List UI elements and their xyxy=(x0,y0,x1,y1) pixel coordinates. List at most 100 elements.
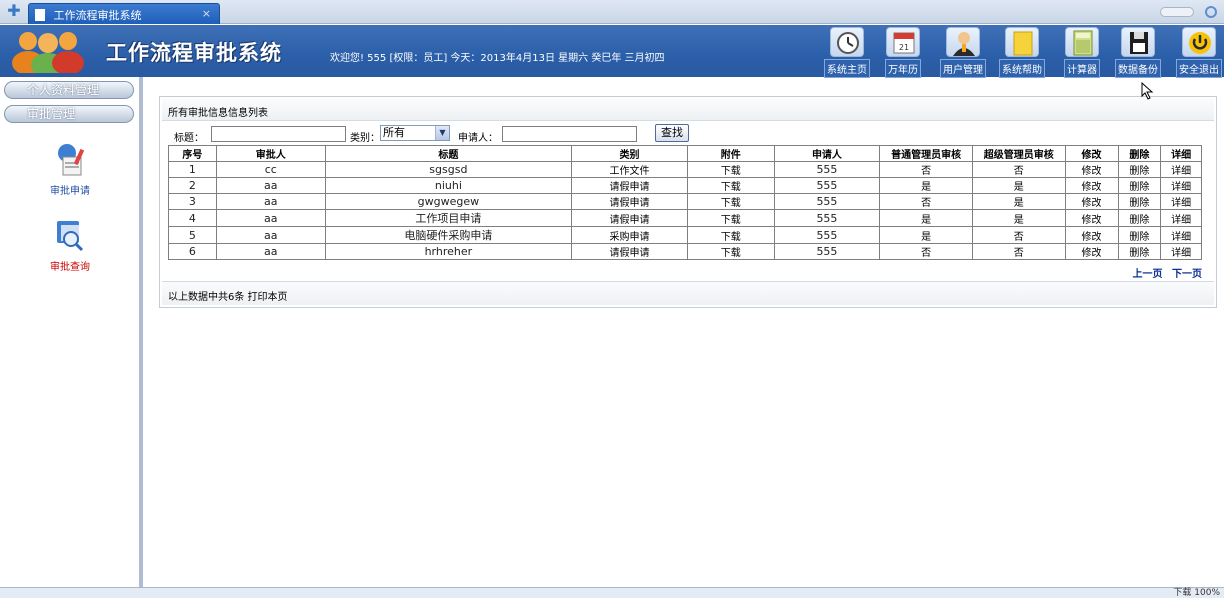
cell-attachment[interactable]: 下载 xyxy=(687,209,775,227)
welcome-text: 欢迎您! 555 [权限：员工] 今天：2013年4月13日 星期六 癸巳年 三… xyxy=(330,53,665,64)
help-label: 系统帮助 xyxy=(999,59,1045,78)
cell-applicant: 555 xyxy=(773,177,881,194)
cell-index: 1 xyxy=(168,161,217,178)
table-row: 5 aa 电脑硬件采购申请 采购申请 下载 555 是否修改 删除 详细 xyxy=(168,226,1202,244)
browser-tab[interactable]: 工作流程审批系统 × xyxy=(28,3,220,24)
cell-applicant: 555 xyxy=(773,209,881,227)
pager: 上一页 下一页 xyxy=(1127,265,1202,280)
window-menu-icon[interactable] xyxy=(1205,6,1217,18)
cell-category: 请假申请 xyxy=(570,209,689,227)
sidebar-item-approval-query[interactable]: 审批查询 xyxy=(20,217,120,273)
cell-category: 请假申请 xyxy=(570,177,689,194)
cell-super-admin-review: 否 xyxy=(971,161,1066,178)
cell-approver: aa xyxy=(215,193,326,210)
col-detail: 详细 xyxy=(1160,145,1202,162)
cell-admin-review: 是 xyxy=(879,177,973,194)
power-icon xyxy=(1182,27,1216,57)
applicant-label: 申请人： xyxy=(458,133,498,144)
cell-admin-review: 否 xyxy=(879,161,973,178)
accordion-personal-info[interactable]: 个人资料管理 xyxy=(4,81,134,99)
cell-category: 工作文件 xyxy=(570,161,689,178)
cell-delete[interactable]: 删除 xyxy=(1117,161,1162,178)
cell-title: gwgwegew xyxy=(324,193,573,210)
tab-close-icon[interactable]: × xyxy=(202,7,211,20)
cell-attachment[interactable]: 下载 xyxy=(687,161,775,178)
cell-edit[interactable]: 修改 xyxy=(1064,177,1119,194)
cell-edit[interactable]: 修改 xyxy=(1064,226,1119,244)
cell-category: 采购申请 xyxy=(570,226,689,244)
col-super-admin-review: 超级管理员审核 xyxy=(971,145,1066,162)
cell-super-admin-review: 否 xyxy=(971,243,1066,260)
cell-title: hrhreher xyxy=(324,243,573,260)
cell-detail[interactable]: 详细 xyxy=(1160,243,1202,260)
window-pill[interactable] xyxy=(1160,7,1194,17)
cell-approver: cc xyxy=(215,161,326,178)
approval-query-icon xyxy=(57,221,84,252)
data-backup-button[interactable]: 数据备份 xyxy=(1115,27,1161,78)
cell-delete[interactable]: 删除 xyxy=(1117,177,1162,194)
cell-attachment[interactable]: 下载 xyxy=(687,193,775,210)
cell-approver: aa xyxy=(215,209,326,227)
cell-detail[interactable]: 详细 xyxy=(1160,161,1202,178)
help-button[interactable]: 系统帮助 xyxy=(999,27,1045,78)
main-panel: 所有审批信息信息列表 标题： 类别： 所有 ▼ 申请人： 查找 序号 审批人 标… xyxy=(159,96,1217,308)
home-label: 系统主页 xyxy=(824,59,870,78)
system-title: 工作流程审批系统 xyxy=(106,40,282,65)
cell-attachment[interactable]: 下载 xyxy=(687,226,775,244)
home-button[interactable]: 系统主页 xyxy=(824,27,870,78)
logout-label: 安全退出 xyxy=(1176,59,1222,78)
cell-delete[interactable]: 删除 xyxy=(1117,193,1162,210)
zoom-level[interactable]: 100% xyxy=(1194,588,1220,598)
applicant-input[interactable] xyxy=(502,126,637,142)
browser-tab-title: 工作流程审批系统 xyxy=(53,9,142,22)
svg-text:21: 21 xyxy=(899,43,909,52)
accordion-approval-management[interactable]: 审批管理 xyxy=(4,105,134,123)
approval-query-label: 审批查询 xyxy=(50,262,90,273)
cell-delete[interactable]: 删除 xyxy=(1117,243,1162,260)
cell-edit[interactable]: 修改 xyxy=(1064,209,1119,227)
logout-button[interactable]: 安全退出 xyxy=(1176,27,1222,78)
user-management-button[interactable]: 用户管理 xyxy=(940,27,986,78)
data-backup-label: 数据备份 xyxy=(1115,59,1161,78)
cell-delete[interactable]: 删除 xyxy=(1117,209,1162,227)
chevron-down-icon[interactable]: ▼ xyxy=(435,126,449,140)
cell-detail[interactable]: 详细 xyxy=(1160,177,1202,194)
cell-approver: aa xyxy=(215,177,326,194)
cell-title: 工作项目申请 xyxy=(324,209,573,227)
approval-table: 序号 审批人 标题 类别 附件 申请人 普通管理员审核 超级管理员审核 修改 删… xyxy=(168,145,1202,260)
calculator-button[interactable]: 计算器 xyxy=(1064,27,1100,78)
table-header-row: 序号 审批人 标题 类别 附件 申请人 普通管理员审核 超级管理员审核 修改 删… xyxy=(168,145,1202,162)
col-title: 标题 xyxy=(324,145,573,162)
cell-index: 3 xyxy=(168,193,217,210)
search-button[interactable]: 查找 xyxy=(655,124,689,142)
cell-applicant: 555 xyxy=(773,161,881,178)
cell-delete[interactable]: 删除 xyxy=(1117,226,1162,244)
next-page-link[interactable]: 下一页 xyxy=(1172,269,1202,280)
col-applicant: 申请人 xyxy=(773,145,881,162)
prev-page-link[interactable]: 上一页 xyxy=(1133,269,1163,280)
cell-edit[interactable]: 修改 xyxy=(1064,243,1119,260)
cell-super-admin-review: 是 xyxy=(971,193,1066,210)
calendar-button[interactable]: 21 万年历 xyxy=(885,27,921,78)
panel-title: 所有审批信息信息列表 xyxy=(162,99,1214,121)
cell-edit[interactable]: 修改 xyxy=(1064,161,1119,178)
category-label: 类别： xyxy=(350,133,380,144)
sidebar-item-approval-request[interactable]: 审批申请 xyxy=(20,141,120,197)
download-status[interactable]: 下载 xyxy=(1173,588,1191,598)
cell-attachment[interactable]: 下载 xyxy=(687,177,775,194)
new-tab-icon[interactable]: ✚ xyxy=(6,3,22,19)
cell-detail[interactable]: 详细 xyxy=(1160,193,1202,210)
cell-category: 请假申请 xyxy=(570,193,689,210)
category-value: 所有 xyxy=(383,126,405,139)
status-bar: 下载 100% xyxy=(0,587,1224,598)
cell-attachment[interactable]: 下载 xyxy=(687,243,775,260)
cell-detail[interactable]: 详细 xyxy=(1160,209,1202,227)
cell-admin-review: 是 xyxy=(879,209,973,227)
cell-edit[interactable]: 修改 xyxy=(1064,193,1119,210)
left-sidebar: 个人资料管理 审批管理 审批申请 审批查询 xyxy=(0,77,143,587)
panel-footer: 以上数据中共6条 打印本页 xyxy=(162,281,1214,305)
title-input[interactable] xyxy=(211,126,346,142)
category-select[interactable]: 所有 ▼ xyxy=(380,125,450,141)
cell-detail[interactable]: 详细 xyxy=(1160,226,1202,244)
calculator-label: 计算器 xyxy=(1064,59,1100,78)
